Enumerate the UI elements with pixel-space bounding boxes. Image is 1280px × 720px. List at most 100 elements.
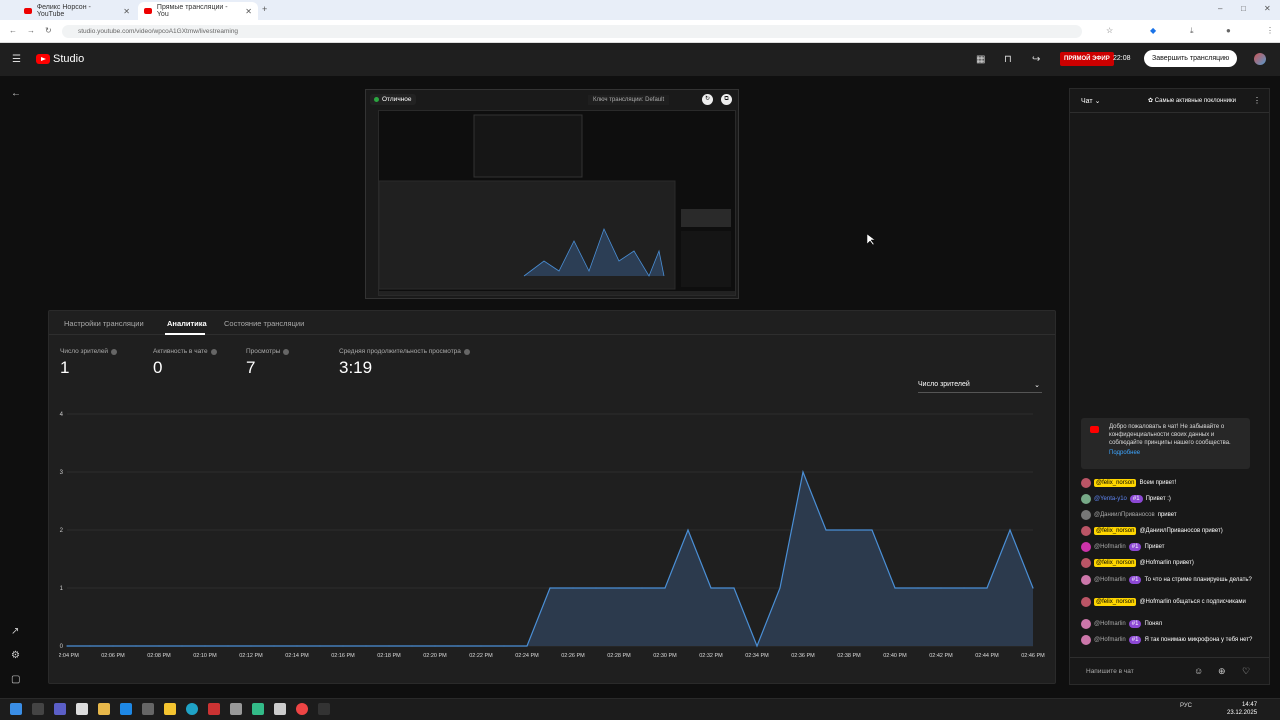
extension-icon[interactable]: ◆ — [1150, 26, 1156, 35]
metric-dropdown[interactable]: Число зрителей ⌄ — [918, 381, 1042, 393]
help-icon[interactable] — [283, 348, 290, 355]
terminal-icon[interactable] — [318, 703, 330, 715]
edge-icon[interactable] — [186, 703, 198, 715]
message-author[interactable]: @Hofmarlin — [1094, 621, 1126, 627]
message-author[interactable]: @ДаниилПриваносов — [1094, 512, 1155, 518]
browser-tab-active[interactable]: Прямые трансляции - You ✕ — [138, 2, 258, 20]
chat-input[interactable]: Напишите в чат — [1086, 668, 1134, 675]
avatar[interactable] — [1081, 526, 1091, 536]
message-author[interactable]: @Yenta-y1o — [1094, 496, 1127, 502]
new-tab-icon[interactable]: + — [262, 4, 267, 14]
top-fans-filter[interactable]: ✿ Самые активные поклонники — [1148, 97, 1236, 104]
stream-key-select[interactable]: Ключ трансляции: Default — [588, 95, 670, 105]
maximize-icon[interactable]: □ — [1241, 4, 1246, 13]
message-author[interactable]: @felix_norson — [1094, 527, 1137, 535]
store-icon[interactable] — [120, 703, 132, 715]
avatar[interactable] — [1081, 575, 1091, 585]
chat-message[interactable]: @ДаниилПриваносов привет — [1081, 510, 1266, 520]
avatar[interactable] — [1081, 494, 1091, 504]
chat-message[interactable]: @Hofmarlin #1 Я так понимаю микрофона у те… — [1081, 635, 1266, 645]
close-icon[interactable]: ✕ — [123, 7, 130, 16]
window-close-icon[interactable]: ✕ — [1264, 4, 1271, 13]
stream-preview[interactable]: Отличное Ключ трансляции: Default ↻ ⧉ — [365, 89, 739, 299]
chat-menu-dots-icon[interactable]: ⋮ — [1253, 96, 1261, 105]
message-author[interactable]: @Hofmarlin — [1094, 577, 1126, 583]
feedback-icon[interactable]: ▢ — [11, 674, 20, 685]
tab-stream-health[interactable]: Состояние трансляции — [224, 319, 304, 328]
bookmark-star-icon[interactable]: ☆ — [1106, 26, 1113, 35]
popout-icon[interactable]: ↗ — [11, 626, 19, 637]
avatar[interactable] — [1254, 53, 1266, 65]
profile-icon[interactable]: ● — [1226, 26, 1231, 35]
system-clock[interactable]: 14:47 23.12.2025 — [1227, 702, 1257, 718]
avatar[interactable] — [1081, 478, 1091, 488]
search-icon[interactable] — [32, 703, 44, 715]
chrome-icon[interactable] — [296, 703, 308, 715]
message-author[interactable]: @Hofmarlin — [1094, 637, 1126, 643]
heart-icon[interactable]: ♡ — [1242, 666, 1250, 677]
explorer-icon[interactable] — [98, 703, 110, 715]
avatar[interactable] — [1081, 558, 1091, 568]
settings-gear-icon[interactable]: ⚙ — [11, 650, 20, 661]
minimize-icon[interactable]: – — [1218, 4, 1222, 13]
chat-message[interactable]: @felix_norson @ДаниилПриваносов привет) — [1081, 526, 1266, 536]
app-icon[interactable] — [142, 703, 154, 715]
end-stream-button[interactable]: Завершить трансляцию — [1144, 50, 1238, 67]
menu-dots-icon[interactable]: ⋮ — [1266, 26, 1274, 35]
browser-tab[interactable]: Феликс Норсон - YouTube ✕ — [18, 2, 136, 20]
chat-message[interactable]: @Hofmarlin #1 Привет — [1081, 542, 1266, 552]
add-icon[interactable]: ⊕ — [1218, 666, 1226, 677]
emoji-icon[interactable]: ☺ — [1194, 666, 1203, 676]
back-icon[interactable]: ← — [9, 26, 17, 35]
chat-message[interactable]: @Yenta-y1o #1 Привет :) — [1081, 494, 1266, 504]
tab-title: Феликс Норсон - YouTube — [36, 4, 91, 18]
avatar[interactable] — [1081, 635, 1091, 645]
preview-screen-capture — [378, 110, 736, 296]
x-tick-label: 02:44 PM — [975, 653, 999, 659]
app-icon[interactable] — [230, 703, 242, 715]
message-author[interactable]: @Hofmarlin — [1094, 544, 1126, 550]
notepad-icon[interactable] — [76, 703, 88, 715]
chat-message[interactable]: @Hofmarlin #1 То что на стриме планируешь … — [1081, 575, 1266, 585]
app-icon[interactable] — [274, 703, 286, 715]
share-icon[interactable]: ↪ — [1032, 54, 1040, 65]
hamburger-menu-icon[interactable]: ☰ — [12, 54, 21, 65]
url-input[interactable]: studio.youtube.com/video/wpcoA1GXtmw/liv… — [62, 25, 1082, 38]
avatar[interactable] — [1081, 619, 1091, 629]
chat-mode-select[interactable]: Чат ⌄ — [1081, 97, 1100, 105]
message-author[interactable]: @felix_norson — [1094, 559, 1137, 567]
tab-stream-settings[interactable]: Настройки трансляции — [64, 319, 144, 328]
copy-icon[interactable]: ⧉ — [721, 94, 732, 105]
avatar[interactable] — [1081, 510, 1091, 520]
forward-icon[interactable]: → — [27, 26, 35, 35]
refresh-icon[interactable]: ↻ — [702, 94, 713, 105]
layout-icon[interactable]: ▦ — [976, 54, 985, 65]
start-icon[interactable] — [10, 703, 22, 715]
close-icon[interactable]: ✕ — [245, 7, 252, 16]
reload-icon[interactable]: ↻ — [45, 26, 52, 35]
avatar[interactable] — [1081, 542, 1091, 552]
chat-message[interactable]: @felix_norson @Hofmarlin привет) — [1081, 558, 1266, 568]
tab-analytics[interactable]: Аналитика — [167, 319, 207, 328]
avatar[interactable] — [1081, 597, 1091, 607]
app-icon[interactable] — [252, 703, 264, 715]
app-icon[interactable] — [164, 703, 176, 715]
message-author[interactable]: @felix_norson — [1094, 598, 1137, 606]
live-timer: 22:08 — [1113, 55, 1131, 62]
learn-more-link[interactable]: Подробнее — [1109, 450, 1244, 458]
bookmark-icon[interactable]: ⊓ — [1004, 54, 1012, 65]
metric-label: Число зрителей — [60, 348, 109, 355]
language-indicator[interactable]: РУС — [1180, 703, 1192, 709]
studio-logo[interactable]: Studio — [36, 53, 84, 65]
app-icon[interactable] — [208, 703, 220, 715]
help-icon[interactable] — [111, 348, 118, 355]
help-icon[interactable] — [210, 348, 217, 355]
chat-message[interactable]: @Hofmarlin #1 Понял — [1081, 619, 1266, 629]
chat-message[interactable]: @felix_norson @Hofmarlin общаться с подпи… — [1081, 597, 1266, 607]
back-arrow-icon[interactable]: ← — [11, 88, 21, 99]
app-icon[interactable] — [54, 703, 66, 715]
message-author[interactable]: @felix_norson — [1094, 479, 1137, 487]
downloads-icon[interactable]: ⤓ — [1190, 26, 1194, 36]
chat-message[interactable]: @felix_norson Всем привет! — [1081, 478, 1266, 488]
help-icon[interactable] — [463, 348, 470, 355]
